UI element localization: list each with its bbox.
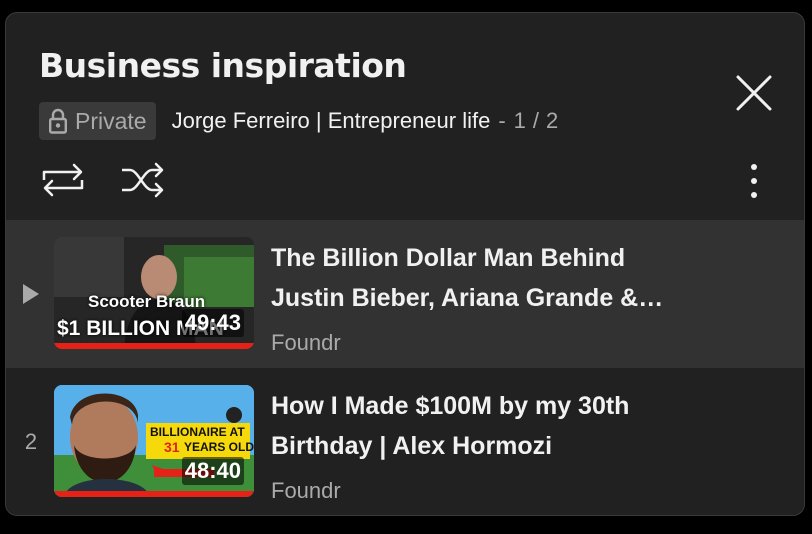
playlist-position-slash: / [532,108,540,133]
video-title[interactable]: The Billion Dollar Man Behind Justin Bie… [271,238,691,318]
thumbnail-caption-number: 31 [164,439,180,455]
video-thumbnail[interactable]: BILLIONAIRE AT 31 YEARS OLD? 48:40 [54,385,254,497]
video-channel: Foundr [271,330,341,355]
playlist-item-index: 2 [24,429,38,454]
video-duration: 49:43 [181,309,244,337]
privacy-badge: Private [39,102,156,140]
thumbnail-caption-bottom: YEARS OLD? [184,440,254,454]
now-playing-indicator [16,220,46,368]
more-actions-button[interactable] [742,161,766,201]
more-vert-icon [751,164,757,198]
watch-progress-bar [54,343,254,349]
video-title[interactable]: How I Made $100M by my 30th Birthday | A… [271,386,691,466]
thumbnail-caption-top: BILLIONAIRE AT [150,425,245,439]
video-thumbnail[interactable]: Scooter Braun $1 BILLION MAN 49:43 [54,237,254,349]
close-icon [736,75,772,111]
meta-separator: - [498,108,506,133]
video-duration: 48:40 [181,457,244,485]
playlist-header: Business inspiration Private Jorge Ferre… [6,13,804,220]
playlist-panel: Business inspiration Private Jorge Ferre… [5,12,805,516]
playlist-title: Business inspiration [39,46,407,85]
loop-button[interactable] [40,160,86,200]
shuffle-icon [122,162,164,198]
lock-icon [49,108,67,134]
playlist-position-total: 2 [546,108,559,133]
playlist-meta: Private Jorge Ferreiro | Entrepreneur li… [39,102,558,140]
shuffle-button[interactable] [120,160,166,200]
playlist-item-1[interactable]: Scooter Braun $1 BILLION MAN 49:43 The B… [6,220,804,368]
privacy-label: Private [75,107,147,134]
close-button[interactable] [732,71,776,115]
video-channel: Foundr [271,478,341,503]
playlist-item-2[interactable]: 2 BILLIONAIRE AT 31 YEARS OLD? 48:40 How… [6,368,804,515]
playlist-position-current: 1 [513,108,526,133]
play-arrow-icon [23,284,39,304]
watch-progress-bar [54,491,254,497]
playlist-owner-link[interactable]: Jorge Ferreiro | Entrepreneur life [172,108,491,134]
loop-icon [42,163,84,197]
